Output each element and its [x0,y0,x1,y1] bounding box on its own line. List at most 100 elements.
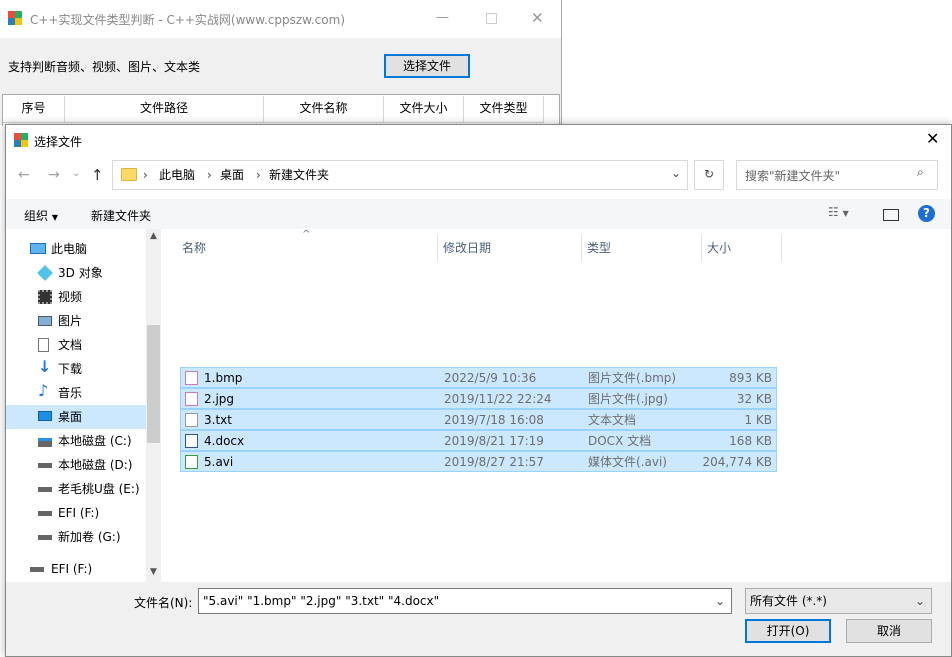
sidebar-item-pictures[interactable]: 图片 [6,309,146,333]
scroll-down-icon[interactable]: ▼ [150,567,157,577]
desktop-icon [38,411,52,421]
breadcrumb-this-pc[interactable]: 此电脑 [159,167,195,183]
breadcrumb-desktop[interactable]: 桌面 [220,167,244,183]
file-row[interactable]: 5.avi 2019/8/27 21:57 媒体文件(.avi) 204,774… [180,451,777,472]
col-header-name[interactable]: 名称 [182,235,206,261]
col-header-path[interactable]: 文件路径 [65,96,264,123]
sidebar-item-drive-f[interactable]: EFI (F:) [6,501,146,525]
file-date: 2019/11/22 22:24 [444,392,552,406]
sidebar-item-label: 此电脑 [51,242,88,256]
preview-pane-icon[interactable] [883,209,899,221]
col-header-type[interactable]: 类型 [587,235,611,261]
organize-button[interactable]: 组织 ▼ [24,207,58,224]
search-input[interactable]: 搜索"新建文件夹" ⌕ [736,160,938,190]
chevron-right-icon[interactable]: › [256,167,261,183]
sidebar-item-3d-objects[interactable]: 3D 对象 [6,261,146,285]
computer-icon [30,243,46,254]
col-header-index[interactable]: 序号 [3,96,65,123]
image-file-icon [185,392,198,406]
file-type-filter[interactable]: 所有文件 (*.*) ⌄ [745,588,932,614]
view-options-icon[interactable]: ☷ ▼ [828,205,849,219]
file-row[interactable]: 3.txt 2019/7/18 16:08 文本文档 1 KB [180,409,777,430]
file-type: 文本文档 [588,413,637,427]
file-row[interactable]: 2.jpg 2019/11/22 22:24 图片文件(.jpg) 32 KB [180,388,777,409]
breadcrumb-new-folder[interactable]: 新建文件夹 [269,167,329,183]
file-date: 2019/8/27 21:57 [444,455,544,469]
refresh-icon[interactable]: ↻ [694,160,724,190]
3d-objects-icon [37,265,53,281]
maximize-icon[interactable] [486,13,497,24]
dialog-close-icon[interactable]: ✕ [926,129,939,148]
image-file-icon [185,371,198,385]
file-size: 204,774 KB [702,455,772,469]
up-icon[interactable]: ↑ [91,166,104,184]
col-header-name[interactable]: 文件名称 [264,96,384,123]
help-icon[interactable]: ? [918,205,935,222]
file-row[interactable]: 1.bmp 2022/5/9 10:36 图片文件(.bmp) 893 KB [180,367,777,388]
drive-icon [30,567,44,572]
file-date: 2022/5/9 10:36 [444,371,537,385]
sidebar-item-desktop[interactable]: 桌面 [6,405,146,429]
sidebar-item-documents[interactable]: 文档 [6,333,146,357]
sidebar-item-drive-e[interactable]: 老毛桃U盘 (E:) [6,477,146,501]
col-header-size[interactable]: 大小 [707,235,731,261]
recent-dropdown-icon[interactable]: ⌄ [72,168,80,179]
col-header-date[interactable]: 修改日期 [443,235,491,261]
col-header-type[interactable]: 文件类型 [464,96,544,123]
sidebar-item-label: 新加卷 (G:) [58,530,121,544]
file-name: 4.docx [204,434,245,448]
sidebar-item-label: 本地磁盘 (D:) [58,458,133,472]
folder-icon [121,168,137,181]
sidebar-item-this-pc[interactable]: 此电脑 [6,237,146,261]
chevron-right-icon[interactable]: › [143,167,148,183]
address-bar[interactable]: › 此电脑 › 桌面 › 新建文件夹 ⌄ [112,160,688,190]
video-icon [38,290,52,304]
organize-label: 组织 [24,209,49,223]
music-icon: ♪ [38,381,49,400]
file-name: 3.txt [204,413,232,427]
minimize-icon[interactable]: — [436,10,449,25]
select-file-button[interactable]: 选择文件 [384,54,470,78]
sidebar-item-label: 本地磁盘 (C:) [58,434,132,448]
file-size: 1 KB [744,413,772,427]
forward-icon[interactable]: → [48,167,60,183]
close-icon[interactable]: ✕ [531,9,544,27]
file-name: 5.avi [204,455,234,469]
drive-icon [38,463,52,468]
sidebar-item-drive-d[interactable]: 本地磁盘 (D:) [6,453,146,477]
filter-dropdown-icon[interactable]: ⌄ [915,589,925,613]
filename-input[interactable]: "5.avi" "1.bmp" "2.jpg" "3.txt" "4.docx"… [198,588,732,614]
sidebar-item-video[interactable]: 视频 [6,285,146,309]
col-header-size[interactable]: 文件大小 [384,96,464,123]
navigation-pane: 此电脑 3D 对象 视频 图片 文档 ↓ 下载 ♪ 音乐 桌面 本地磁盘 (C:… [6,229,161,582]
background-window: C++实现文件类型判断 - C++实战网(www.cppszw.com) — ✕… [0,0,562,126]
sidebar-item-drive-c[interactable]: 本地磁盘 (C:) [6,429,146,453]
sidebar-item-drive-g[interactable]: 新加卷 (G:) [6,525,146,549]
sidebar-item-music[interactable]: ♪ 音乐 [6,381,146,405]
address-dropdown-icon[interactable]: ⌄ [671,166,681,180]
file-type: 媒体文件(.avi) [588,455,667,469]
file-type: DOCX 文档 [588,434,652,448]
sidebar-item-label: 图片 [58,314,83,328]
sidebar-item-efi[interactable]: EFI (F:) [6,557,146,581]
sidebar-item-downloads[interactable]: ↓ 下载 [6,357,146,381]
filename-dropdown-icon[interactable]: ⌄ [715,589,725,613]
file-row[interactable]: 4.docx 2019/8/21 17:19 DOCX 文档 168 KB [180,430,777,451]
cancel-button[interactable]: 取消 [846,619,932,643]
new-folder-button[interactable]: 新建文件夹 [91,207,151,224]
scrollbar-thumb[interactable] [147,325,160,443]
scroll-up-icon[interactable]: ▲ [150,231,157,241]
dialog-app-icon [14,133,28,147]
app-icon [8,11,22,25]
sidebar-item-label: 3D 对象 [58,266,103,280]
usb-drive-icon [38,487,52,492]
word-file-icon [185,434,198,448]
text-file-icon [185,413,198,427]
navigation-scrollbar[interactable]: ▲ ▼ [146,229,161,582]
open-button[interactable]: 打开(O) [745,619,831,643]
search-placeholder: 搜索"新建文件夹" [745,169,841,183]
pictures-icon [38,316,52,326]
file-date: 2019/8/21 17:19 [444,434,544,448]
back-icon[interactable]: ← [18,167,30,183]
chevron-right-icon[interactable]: › [207,167,212,183]
